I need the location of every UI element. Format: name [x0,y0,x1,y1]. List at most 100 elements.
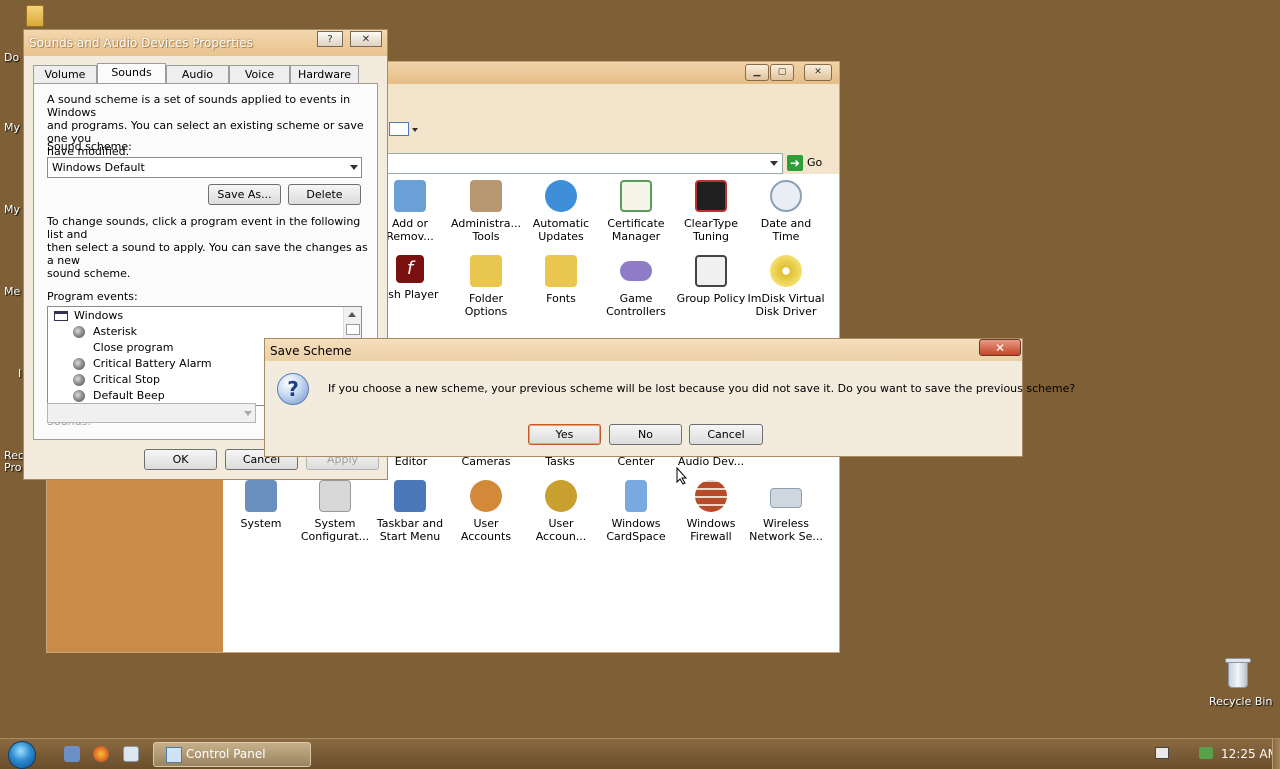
tab-voice[interactable]: Voice [229,65,290,83]
sound-scheme-select[interactable]: Windows Default [47,157,362,178]
administrative-tools-icon [470,180,502,212]
speaker-icon [73,374,85,386]
start-button[interactable] [8,741,36,769]
cp-item-system[interactable]: System [222,480,300,530]
cp-item-windows-firewall[interactable]: Windows Firewall [672,480,750,543]
cp-item-user-accounts[interactable]: User Accounts [447,480,525,543]
cp-item-fonts[interactable]: Fonts [522,255,600,305]
cp-item-label: Add or Remov... [386,217,434,243]
media-player-icon[interactable] [123,746,139,762]
flash-player-icon: f [396,255,424,283]
change-line: To change sounds, click a program event … [47,215,361,241]
cp-item-cleartype[interactable]: ClearType Tuning [672,180,750,243]
save-scheme-title: Save Scheme [270,344,352,358]
fonts-icon [545,255,577,287]
cp-item-label: Windows CardSpace [606,517,666,543]
tab-hardware[interactable]: Hardware [290,65,359,83]
mouse-cursor-icon [676,467,688,485]
game-controller-icon [620,261,652,281]
change-text: To change sounds, click a program event … [47,215,377,280]
delete-button[interactable]: Delete [288,184,361,205]
cp-item-admin-tools[interactable]: Administra... Tools [447,180,525,243]
cp-item-game-controllers[interactable]: Game Controllers [597,255,675,318]
cp-item-group-policy[interactable]: Group Policy [672,255,750,305]
chevron-down-icon [350,165,358,170]
cp-item-label: ImDisk Virtual Disk Driver [747,292,825,318]
taskbar-icon [394,480,426,512]
yes-button[interactable]: Yes [528,424,601,445]
keyboard-icon[interactable] [1155,747,1169,759]
close-button[interactable]: ✕ [350,31,382,47]
cp-item-date-time[interactable]: Date and Time [747,180,825,243]
cp-item-cardspace[interactable]: Windows CardSpace [597,480,675,543]
go-button[interactable]: ➜ Go [787,153,833,173]
add-remove-programs-icon [394,180,426,212]
views-icon[interactable] [389,122,409,136]
system-icon [245,480,277,512]
cp-item-user-accounts-2[interactable]: User Accoun... [522,480,600,543]
cp-item-label: ClearType Tuning [683,217,739,243]
tab-audio[interactable]: Audio [166,65,229,83]
desktop-label: My [4,121,21,134]
cp-item-automatic-updates[interactable]: Automatic Updates [522,180,600,243]
list-item[interactable]: Close program [93,341,173,355]
recycle-bin-label[interactable]: Recycle Bin [1209,695,1272,708]
question-icon: ? [277,373,309,405]
show-desktop-icon[interactable] [64,746,80,762]
cp-item-label: Fonts [546,292,576,305]
folder-options-icon [470,255,502,287]
cp-item-certificate-manager[interactable]: Certificate Manager [597,180,675,243]
cp-item-imdisk[interactable]: ImDisk Virtual Disk Driver [747,255,825,318]
cp-item-label: Windows Firewall [686,517,736,543]
minimize-button[interactable]: ▁ [745,64,769,81]
cp-item-wireless-network[interactable]: Wireless Network Se... [747,480,825,543]
firefox-icon[interactable] [93,746,109,762]
help-icon: ? [327,34,333,45]
scroll-thumb[interactable] [346,324,360,335]
sounds-select[interactable] [47,403,256,423]
list-item[interactable]: Critical Battery Alarm [93,357,212,371]
cp-item-system-config[interactable]: System Configurat... [296,480,374,543]
go-label: Go [807,156,823,169]
list-item[interactable]: Windows [74,309,123,323]
cp-item-label: ash Player [381,288,439,301]
tab-sounds[interactable]: Sounds [97,63,166,84]
tab-volume[interactable]: Volume [33,65,97,83]
clock[interactable]: 12:25 AM [1221,747,1278,761]
network-icon[interactable] [1199,747,1213,759]
intro-line: A sound scheme is a set of sounds applie… [47,93,351,119]
chevron-down-icon[interactable] [770,161,778,166]
save-scheme-titlebar[interactable]: Save Scheme ✕ [265,339,1022,361]
program-events-label: Program events: [47,290,138,303]
cp-item-label: System [240,517,282,530]
list-item[interactable]: Critical Stop [93,373,160,387]
save-as-button[interactable]: Save As... [208,184,281,205]
cancel-button[interactable]: Cancel [689,424,763,445]
list-item[interactable]: Default Beep [93,389,165,403]
help-button[interactable]: ? [317,31,343,47]
ok-button[interactable]: OK [144,449,217,470]
cp-item-label: System Configurat... [300,517,370,543]
taskbar-control-panel-button[interactable]: Control Panel [153,742,311,767]
cp-item-taskbar-start-menu[interactable]: Taskbar and Start Menu [371,480,449,543]
desktop-folder-icon[interactable] [26,5,44,27]
no-button[interactable]: No [609,424,682,445]
scheme-value: Windows Default [52,161,145,174]
scroll-up-icon[interactable] [348,312,356,317]
close-button[interactable]: ✕ [979,339,1021,356]
windows-app-icon [54,311,68,321]
address-input[interactable] [387,153,783,174]
chevron-down-icon[interactable] [412,128,418,132]
cp-item-folder-options[interactable]: Folder Options [447,255,525,318]
maximize-button[interactable]: ▢ [770,64,794,81]
scheme-label: Sound scheme: [47,140,132,153]
list-item[interactable]: Asterisk [93,325,137,339]
sounds-dialog-titlebar[interactable]: Sounds and Audio Devices Properties ? ✕ [24,30,387,56]
cp-item-label: Automatic Updates [532,217,590,243]
close-button[interactable]: ✕ [804,64,832,81]
automatic-updates-icon [545,180,577,212]
date-time-icon [770,180,802,212]
recycle-bin-icon[interactable] [1225,657,1251,689]
show-desktop-button[interactable] [1272,739,1280,769]
cardspace-icon [625,480,647,512]
